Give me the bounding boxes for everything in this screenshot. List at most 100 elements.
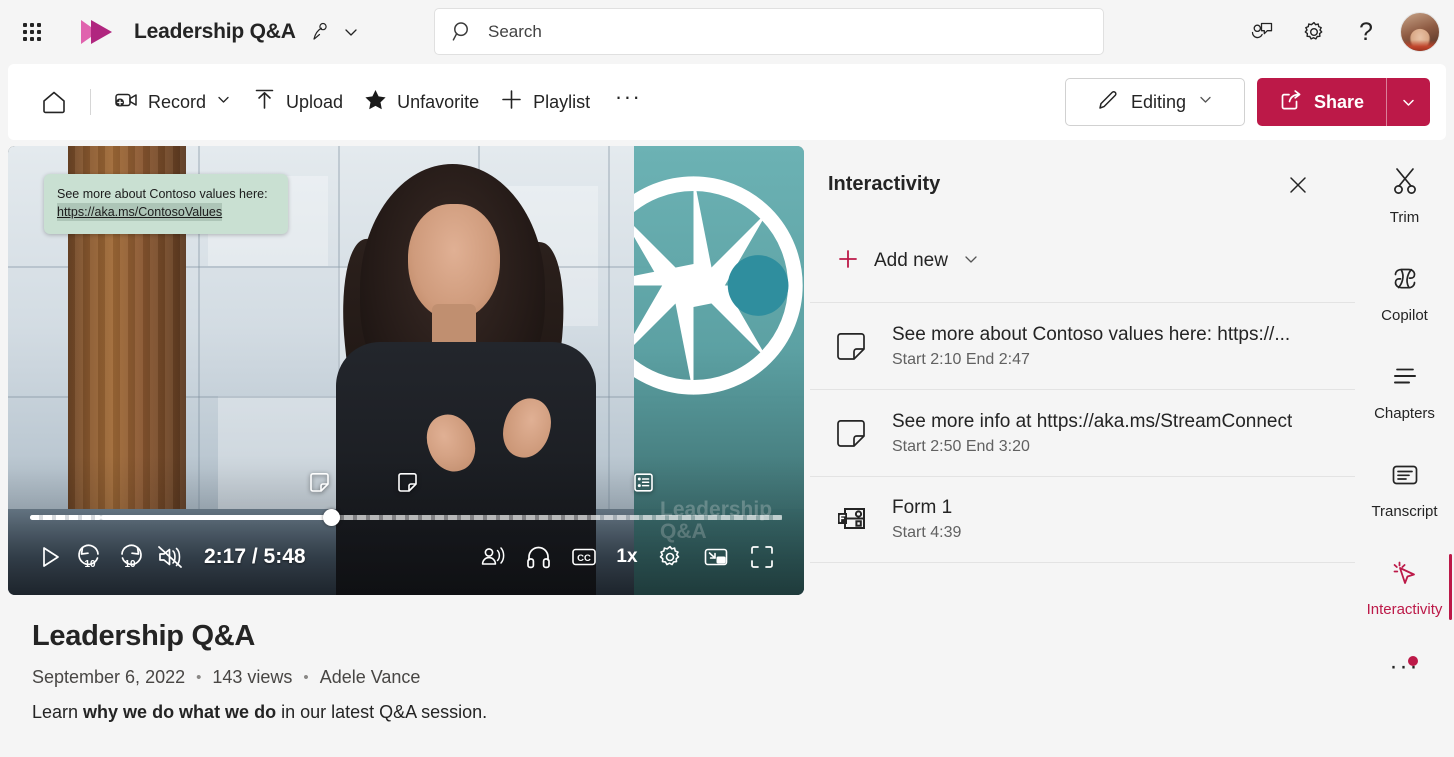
- rail-item-copilot[interactable]: Copilot: [1355, 244, 1454, 342]
- rail-item-trim[interactable]: Trim: [1355, 146, 1454, 244]
- rail-item-transcript[interactable]: Transcript: [1355, 440, 1454, 538]
- list-item-time: Start 2:50 End 3:20: [892, 437, 1030, 455]
- meta-separator-1: •: [196, 669, 202, 686]
- app-launcher-icon[interactable]: [8, 8, 56, 56]
- list-item[interactable]: See more info at https://aka.ms/StreamCo…: [810, 389, 1355, 476]
- progress-chapter-dashes: [30, 515, 102, 520]
- header-actions: ?: [1240, 0, 1444, 64]
- video-interactive-callout[interactable]: See more about Contoso values here: http…: [44, 174, 288, 235]
- rewind-10-button[interactable]: 10: [70, 537, 110, 577]
- command-bar-divider: [90, 89, 91, 115]
- timeline-marker-sticky-note-2[interactable]: [394, 469, 420, 495]
- list-item-title: Form 1: [892, 497, 953, 518]
- share-label: Share: [1313, 91, 1364, 112]
- avatar[interactable]: [1400, 12, 1440, 52]
- unfavorite-label: Unfavorite: [397, 91, 480, 112]
- upload-label: Upload: [286, 91, 344, 112]
- star-filled-icon: [363, 87, 388, 117]
- svg-text:10: 10: [124, 559, 136, 570]
- form-icon: [828, 503, 874, 537]
- share-split-button: Share: [1256, 78, 1430, 126]
- progress-thumb[interactable]: [322, 509, 340, 526]
- interactivity-panel: Interactivity Add new See more about Con…: [810, 146, 1355, 757]
- home-icon[interactable]: [30, 78, 78, 126]
- closed-captions-button[interactable]: CC: [564, 537, 604, 577]
- upload-button[interactable]: Upload: [242, 80, 353, 124]
- sticky-note-icon: [828, 329, 874, 363]
- list-item-time: Start 4:39: [892, 524, 962, 541]
- video-timecode: 2:17 / 5:48: [204, 545, 306, 568]
- player-controls-right: CC 1x: [472, 537, 782, 577]
- rail-overflow-badge: [1408, 656, 1418, 666]
- unfavorite-button[interactable]: Unfavorite: [353, 80, 489, 124]
- player-settings-button[interactable]: [650, 537, 690, 577]
- mute-button[interactable]: [150, 537, 190, 577]
- search-input[interactable]: Search: [434, 8, 1104, 55]
- fullscreen-button[interactable]: [742, 537, 782, 577]
- search-icon: [451, 20, 474, 43]
- top-header: Leadership Q&A Search ?: [0, 0, 1454, 64]
- chevron-down-icon[interactable]: [342, 23, 360, 41]
- editing-mode-button[interactable]: Editing: [1064, 78, 1245, 126]
- editing-label: Editing: [1130, 91, 1186, 112]
- share-button[interactable]: Share: [1256, 78, 1386, 126]
- pencil-icon: [1096, 88, 1120, 117]
- interactivity-panel-title: Interactivity: [828, 172, 941, 195]
- app-title-text: Leadership Q&A: [134, 20, 295, 43]
- rail-item-chapters[interactable]: Chapters: [1355, 342, 1454, 440]
- list-item-text: Form 1 Start 4:39: [892, 497, 961, 542]
- noise-suppression-button[interactable]: [472, 537, 512, 577]
- video-title: Leadership Q&A: [32, 620, 256, 652]
- plus-icon: [836, 247, 860, 276]
- feedback-icon[interactable]: [1240, 10, 1284, 54]
- video-submeta: September 6, 2022 • 143 views • Adele Va…: [32, 667, 792, 688]
- list-item-title: See more about Contoso values here: http…: [892, 323, 1291, 345]
- help-question-icon[interactable]: ?: [1344, 10, 1388, 54]
- picture-in-picture-button[interactable]: [696, 537, 736, 577]
- list-item[interactable]: See more about Contoso values here: http…: [810, 302, 1355, 389]
- rail-label-trim: Trim: [1389, 208, 1420, 226]
- close-icon[interactable]: [1281, 168, 1315, 202]
- video-description: Learn why we do what we do in our latest…: [32, 702, 792, 723]
- search-placeholder: Search: [488, 21, 542, 41]
- share-dropdown-button[interactable]: [1386, 78, 1430, 126]
- callout-link[interactable]: https://aka.ms/ContosoValues: [57, 203, 223, 222]
- page-title: Leadership Q&A: [134, 20, 360, 44]
- video-progress-slider[interactable]: [30, 509, 782, 526]
- playlist-label: Playlist: [533, 91, 591, 112]
- sticky-note-icon: [828, 416, 874, 450]
- forward-10-button[interactable]: 10: [110, 537, 150, 577]
- record-button[interactable]: Record: [103, 80, 242, 124]
- chevron-down-icon[interactable]: [215, 91, 232, 113]
- rail-item-interactivity[interactable]: Interactivity: [1355, 538, 1454, 636]
- rail-active-indicator: [1449, 554, 1452, 620]
- audio-tracks-button[interactable]: [518, 537, 558, 577]
- share-icon: [1279, 88, 1303, 117]
- play-button[interactable]: [30, 537, 70, 577]
- record-label: Record: [148, 91, 207, 112]
- progress-buffer-dashes: [330, 515, 782, 520]
- gear-icon[interactable]: [1292, 10, 1336, 54]
- add-new-button[interactable]: Add new: [828, 238, 992, 284]
- microsoft-stream-logo[interactable]: [76, 11, 118, 53]
- progress-played: [101, 515, 331, 520]
- rail-label-transcript: Transcript: [1371, 502, 1438, 520]
- playback-speed-button[interactable]: 1x: [610, 539, 644, 575]
- command-bar-overflow-button[interactable]: ···: [608, 82, 648, 122]
- transcript-icon: [1389, 459, 1421, 496]
- playlist-button[interactable]: Playlist: [489, 80, 600, 124]
- chevron-down-icon[interactable]: [962, 250, 980, 273]
- video-player[interactable]: Leadership Q&A See more about Contoso val…: [8, 146, 804, 595]
- timeline-marker-sticky-note-1[interactable]: [306, 469, 332, 495]
- rail-label-chapters: Chapters: [1374, 404, 1435, 422]
- overflow-dots: ···: [614, 84, 642, 109]
- chevron-down-icon[interactable]: [1197, 91, 1214, 113]
- add-new-label: Add new: [874, 250, 948, 271]
- command-bar: Record Upload Unfavorite Playlist ··· Ed…: [8, 64, 1446, 140]
- timeline-marker-form[interactable]: [630, 469, 656, 495]
- rail-overflow-button[interactable]: ···: [1355, 636, 1454, 706]
- video-presenter: [308, 146, 638, 595]
- video-frame: Leadership Q&A See more about Contoso val…: [8, 146, 804, 595]
- list-item[interactable]: Form 1 Start 4:39: [810, 476, 1355, 563]
- video-author: Adele Vance: [319, 667, 421, 687]
